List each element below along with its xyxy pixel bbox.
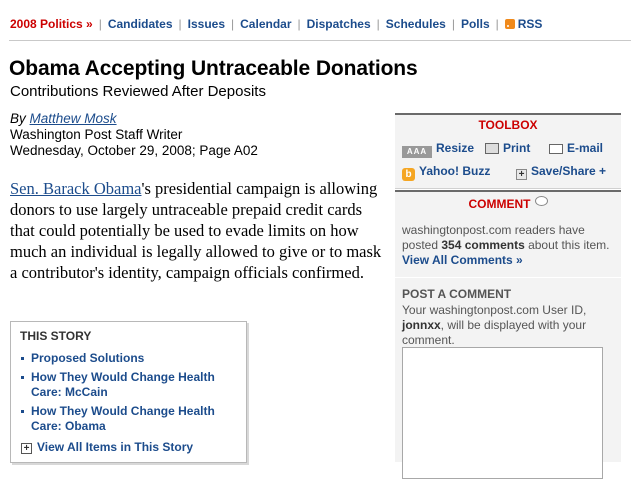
yahoo-label: Yahoo! Buzz (419, 164, 491, 178)
comment-header: COMMENT (395, 196, 621, 211)
email-icon (549, 144, 563, 154)
resize-button[interactable]: AAA Resize (402, 141, 474, 158)
story-link-proposed-solutions[interactable]: Proposed Solutions (31, 351, 144, 365)
nav-section-2008-politics[interactable]: 2008 Politics » (10, 17, 93, 31)
nav-divider (9, 40, 631, 41)
dateline: Wednesday, October 29, 2008; Page A02 (10, 143, 258, 158)
resize-label: Resize (436, 141, 475, 155)
post-comment-heading: POST A COMMENT (402, 287, 512, 301)
story-link-health-care-mccain[interactable]: How They Would Change Health Care: McCai… (31, 370, 215, 399)
toolbox: TOOLBOX AAA Resize Print E-mail b Yahoo! B… (395, 113, 621, 189)
story-link-health-care-obama[interactable]: How They Would Change Health Care: Obama (31, 404, 215, 433)
toolbox-title: TOOLBOX (478, 118, 538, 132)
author-link[interactable]: Matthew Mosk (30, 111, 117, 126)
print-icon (485, 143, 499, 154)
author-role: Washington Post Staff Writer (10, 127, 183, 142)
comment-textarea[interactable] (402, 347, 603, 479)
list-item: How They Would Change Health Care: McCai… (11, 370, 246, 404)
article-subhead: Contributions Reviewed After Deposits (10, 83, 266, 100)
nav-separator: | (495, 17, 499, 31)
comment-divider (395, 277, 621, 278)
user-id: jonnxx (402, 318, 441, 332)
article-lede: Sen. Barack Obama's presidential campaig… (10, 178, 390, 283)
post-note-pre: Your washingtonpost.com User ID, (402, 303, 587, 317)
article-headline: Obama Accepting Untraceable Donations (9, 57, 418, 80)
comment-count-text: washingtonpost.com readers have posted 3… (402, 223, 618, 253)
plus-icon: + (21, 443, 32, 454)
share-label: Save/Share + (531, 164, 607, 178)
nav-separator: | (451, 17, 455, 31)
print-button[interactable]: Print (485, 141, 530, 155)
nav-link-candidates[interactable]: Candidates (108, 17, 173, 31)
section-nav: 2008 Politics » | Candidates | Issues | Calend… (10, 17, 542, 31)
rss-label: RSS (517, 17, 543, 31)
comment-bubble-icon (534, 196, 548, 206)
comment-title: COMMENT (468, 197, 531, 211)
save-share-button[interactable]: + Save/Share + (516, 164, 606, 180)
post-comment-note: Your washingtonpost.com User ID, jonnxx,… (402, 303, 614, 348)
print-label: Print (503, 141, 531, 155)
email-label: E-mail (567, 141, 604, 155)
share-icon: + (516, 169, 527, 180)
rss-link[interactable]: RSS (504, 17, 543, 31)
resize-icon: AAA (402, 146, 432, 158)
this-story-title: THIS STORY (20, 329, 92, 343)
nav-link-polls[interactable]: Polls (461, 17, 490, 31)
nav-link-issues[interactable]: Issues (188, 17, 225, 31)
nav-link-schedules[interactable]: Schedules (386, 17, 446, 31)
list-item: Proposed Solutions (11, 351, 246, 370)
view-all-story-items[interactable]: + View All Items in This Story (11, 440, 246, 454)
nav-separator: | (376, 17, 380, 31)
view-all-comments-link[interactable]: View All Comments » (402, 253, 523, 267)
yahoo-icon: b (402, 168, 415, 181)
obama-link[interactable]: Sen. Barack Obama (10, 179, 142, 198)
email-button[interactable]: E-mail (549, 141, 603, 155)
rss-icon (504, 19, 515, 29)
comment-count: 354 comments (441, 238, 525, 252)
nav-separator: | (98, 17, 102, 31)
this-story-box: THIS STORY Proposed Solutions How They W… (10, 321, 247, 463)
comment-readers-post: about this item. (524, 238, 610, 252)
nav-link-dispatches[interactable]: Dispatches (307, 17, 371, 31)
nav-separator: | (297, 17, 301, 31)
yahoo-buzz-button[interactable]: b Yahoo! Buzz (402, 164, 490, 181)
nav-link-calendar[interactable]: Calendar (240, 17, 291, 31)
comment-panel: COMMENT washingtonpost.com readers have … (395, 190, 621, 479)
this-story-list: Proposed Solutions How They Would Change… (11, 351, 246, 438)
nav-separator: | (231, 17, 235, 31)
list-item: How They Would Change Health Care: Obama (11, 404, 246, 438)
view-all-story-label: View All Items in This Story (37, 440, 194, 454)
nav-separator: | (178, 17, 182, 31)
byline-by: By (10, 111, 26, 126)
byline: By Matthew Mosk Washington Post Staff Wr… (10, 111, 258, 159)
